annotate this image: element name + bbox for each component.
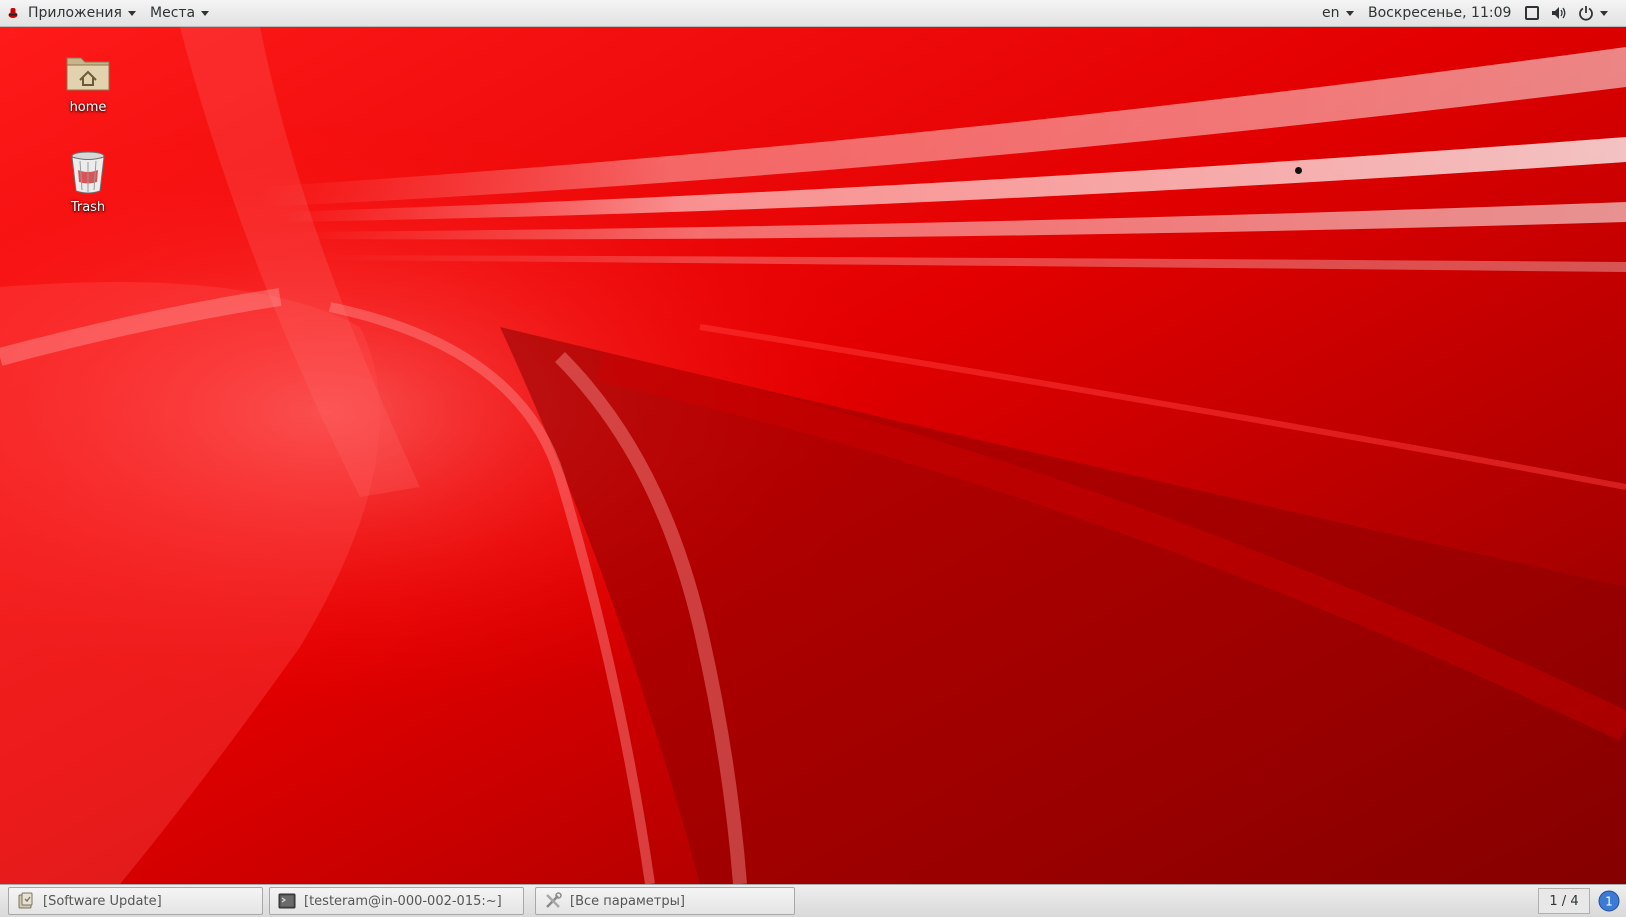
taskbar-item-software-update[interactable]: [Software Update] bbox=[8, 887, 263, 915]
applications-menu-label: Приложения bbox=[28, 5, 122, 21]
power-menu[interactable] bbox=[1578, 0, 1616, 26]
places-menu[interactable]: Места bbox=[150, 0, 210, 26]
window-list-panel: [Software Update] [testeram@in-000-002-0… bbox=[0, 884, 1626, 917]
keyboard-layout-label: en bbox=[1322, 5, 1340, 21]
taskbar-item-settings[interactable]: [Все параметры] bbox=[535, 887, 795, 915]
notification-icon[interactable]: 1 bbox=[1598, 890, 1620, 912]
home-folder-icon bbox=[66, 57, 110, 91]
terminal-icon bbox=[278, 893, 296, 909]
keyboard-layout-indicator[interactable]: en bbox=[1322, 0, 1354, 26]
software-update-icon bbox=[18, 892, 33, 909]
clock[interactable]: Воскресенье, 11:09 bbox=[1368, 0, 1511, 26]
speaker-icon bbox=[1552, 7, 1566, 19]
taskbar-item-terminal[interactable]: [testeram@in-000-002-015:~] bbox=[269, 887, 524, 915]
redhat-logo-icon bbox=[8, 8, 18, 18]
notification-count: 1 bbox=[1605, 895, 1613, 909]
workspace-switcher[interactable]: 1 / 4 bbox=[1538, 888, 1590, 914]
desktop-icon-label: Trash bbox=[70, 200, 106, 215]
top-panel: Приложения Места en Воскресенье, 11:09 bbox=[0, 0, 1626, 27]
clock-label: Воскресенье, 11:09 bbox=[1368, 5, 1512, 21]
workspace-indicator-label: 1 / 4 bbox=[1549, 893, 1579, 909]
taskbar-item-label: [testeram@in-000-002-015:~] bbox=[304, 893, 502, 909]
screen-icon bbox=[1525, 6, 1539, 20]
chevron-down-icon bbox=[1345, 10, 1354, 16]
applications-menu[interactable]: Приложения bbox=[8, 0, 136, 26]
desktop-icon-label: home bbox=[69, 100, 107, 115]
chevron-down-icon bbox=[1600, 10, 1608, 16]
mouse-cursor bbox=[1295, 167, 1302, 174]
chevron-down-icon bbox=[201, 10, 210, 16]
trash-icon bbox=[71, 151, 105, 194]
volume-icon[interactable] bbox=[1551, 0, 1569, 26]
settings-tools-icon bbox=[546, 892, 562, 908]
desktop-wallpaper[interactable] bbox=[0, 27, 1626, 884]
power-icon bbox=[1579, 6, 1593, 21]
desktop-icon-home[interactable]: home bbox=[40, 48, 136, 115]
taskbar-item-label: [Все параметры] bbox=[570, 893, 685, 909]
wallpaper-image bbox=[0, 27, 1626, 884]
desktop-icon-trash[interactable]: Trash bbox=[40, 148, 136, 215]
desktop-screen: Приложения Места en Воскресенье, 11:09 h… bbox=[0, 0, 1626, 917]
display-icon[interactable] bbox=[1525, 0, 1541, 26]
places-menu-label: Места bbox=[150, 5, 196, 21]
taskbar-item-label: [Software Update] bbox=[43, 893, 162, 909]
chevron-down-icon bbox=[127, 10, 136, 16]
